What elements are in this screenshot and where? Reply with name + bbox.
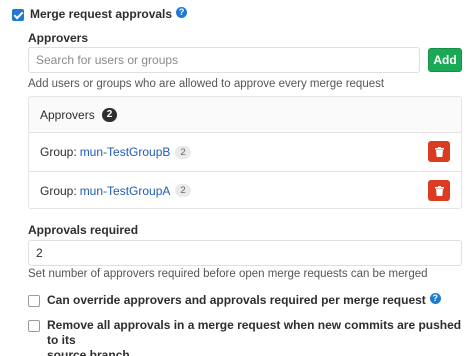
approvals-required-hint: Set number of approvers required before … <box>28 268 428 280</box>
reset-approvals-label-line2: source branch <box>47 348 130 356</box>
reset-approvals-checkbox[interactable] <box>28 320 40 332</box>
approvers-panel-header: Approvers 2 <box>29 97 461 133</box>
merge-request-approvals-checkbox[interactable] <box>12 9 24 21</box>
approver-row: Group: mun-TestGroupB 2 <box>29 133 461 171</box>
approver-group-link[interactable]: mun-TestGroupA <box>80 184 171 198</box>
add-approver-button[interactable]: Add <box>428 48 462 72</box>
trash-icon <box>434 185 444 196</box>
approvals-required-label: Approvals required <box>28 223 139 237</box>
merge-request-approvals-label: Merge request approvals <box>30 7 173 21</box>
reset-approvals-row: Remove all approvals in a merge request … <box>28 318 474 356</box>
approvers-search-placeholder: Search for users or groups <box>36 53 179 67</box>
remove-approver-button[interactable] <box>428 180 450 201</box>
question-circle-icon[interactable]: ? <box>429 293 441 304</box>
approver-prefix: Group: <box>40 145 77 159</box>
approvers-count-badge: 2 <box>101 107 118 122</box>
approvers-label: Approvers <box>28 31 89 45</box>
merge-request-approvals-row: Merge request approvals ? <box>12 7 188 21</box>
override-approvers-checkbox[interactable] <box>28 295 40 307</box>
approver-group-link[interactable]: mun-TestGroupB <box>80 145 171 159</box>
approvals-required-input[interactable]: 2 <box>28 240 462 266</box>
remove-approver-button[interactable] <box>428 141 450 162</box>
question-circle-icon[interactable]: ? <box>176 7 188 18</box>
approvers-search-input[interactable]: Search for users or groups <box>28 47 420 73</box>
approver-member-count: 2 <box>175 145 191 159</box>
approver-member-count: 2 <box>175 184 191 197</box>
approvers-panel: Approvers 2 Group: mun-TestGroupB 2 Grou… <box>28 96 462 209</box>
approvals-required-value: 2 <box>36 246 43 260</box>
approver-prefix: Group: <box>40 183 77 198</box>
reset-approvals-label-line1: Remove all approvals in a merge request … <box>47 318 462 347</box>
override-approvers-row: Can override approvers and approvals req… <box>28 293 441 307</box>
trash-icon <box>434 146 444 157</box>
approvers-hint: Add users or groups who are allowed to a… <box>28 78 385 90</box>
approvers-panel-title: Approvers <box>40 107 95 122</box>
override-approvers-label: Can override approvers and approvals req… <box>47 293 426 307</box>
approver-row: Group: mun-TestGroupA 2 <box>29 171 461 208</box>
reset-approvals-label: Remove all approvals in a merge request … <box>47 318 474 356</box>
